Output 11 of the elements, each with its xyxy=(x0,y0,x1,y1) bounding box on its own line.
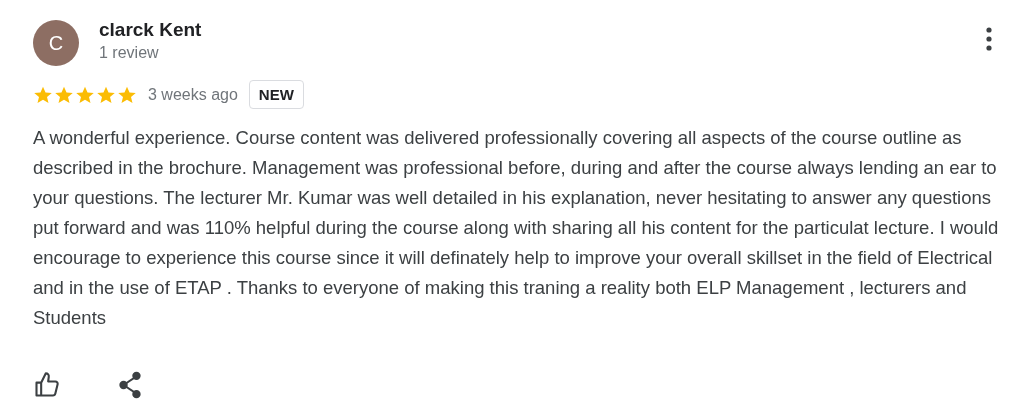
more-icon xyxy=(986,27,992,51)
review-text: A wonderful experience. Course content was delivered professionally covering all aspects of the course outline as described in the brochure. Management was professional before, during and after the course always lending an ear to your questions. The lecturer Mr. Kumar was well detailed in his explanation, never hesitating to answer any questions put forward and was 110% helpful during the course along with sharing all his content for the particulat lecture. I would encourage to experience this course since it will definately help to improve your overall skillset in the field of Electrical and in the use of ETAP . Thanks to everyone of making this traning a reality both ELP Management , lecturers and Students xyxy=(33,126,1000,330)
review-count: 1 review xyxy=(99,43,160,62)
new-label: NEW xyxy=(248,80,304,109)
like-button[interactable] xyxy=(33,371,61,399)
avatar: C xyxy=(33,20,79,66)
thumbs-up-icon xyxy=(33,371,61,399)
share-icon xyxy=(117,371,143,399)
author-name: clarck Kent xyxy=(99,18,203,41)
share-button[interactable] xyxy=(117,371,143,399)
review-time: 3 weeks ago xyxy=(148,85,238,104)
